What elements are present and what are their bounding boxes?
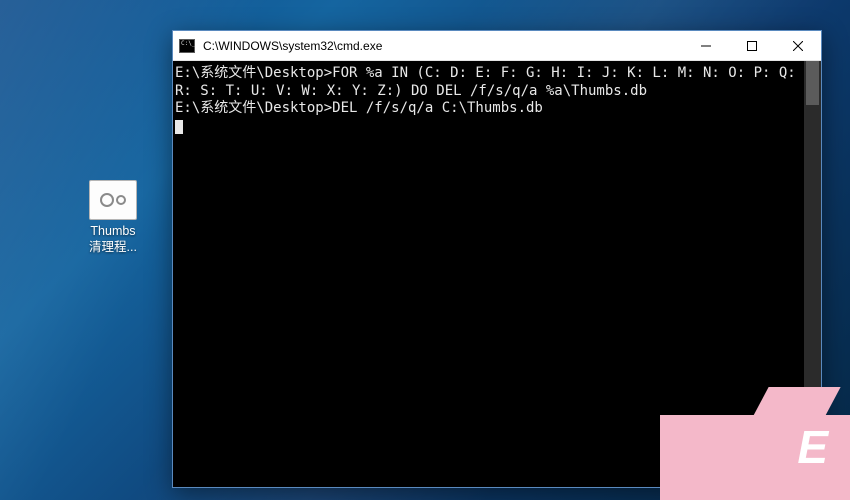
terminal-cursor-line (175, 118, 819, 136)
maximize-button[interactable] (729, 31, 775, 60)
titlebar[interactable]: C:\WINDOWS\system32\cmd.exe (173, 31, 821, 61)
watermark-badge: E (660, 415, 850, 500)
window-controls (683, 31, 821, 60)
window-title: C:\WINDOWS\system32\cmd.exe (203, 39, 683, 53)
terminal-line: E:\系统文件\Desktop>FOR %a IN (C: D: E: F: G… (175, 65, 819, 100)
terminal-line: E:\系统文件\Desktop>DEL /f/s/q/a C:\Thumbs.d… (175, 100, 819, 118)
minimize-icon (701, 41, 711, 51)
gear-icon (100, 193, 114, 207)
desktop-shortcut-label: Thumbs 清理程... (89, 224, 137, 255)
close-button[interactable] (775, 31, 821, 60)
gear-icon (116, 195, 126, 205)
cmd-icon (179, 39, 195, 53)
cursor (175, 120, 183, 134)
maximize-icon (747, 41, 757, 51)
watermark-logo: E (797, 420, 825, 474)
minimize-button[interactable] (683, 31, 729, 60)
desktop-shortcut-thumbs-cleaner[interactable]: Thumbs 清理程... (75, 180, 151, 255)
bat-file-icon (89, 180, 137, 220)
scrollbar-thumb[interactable] (806, 61, 819, 105)
close-icon (793, 41, 803, 51)
